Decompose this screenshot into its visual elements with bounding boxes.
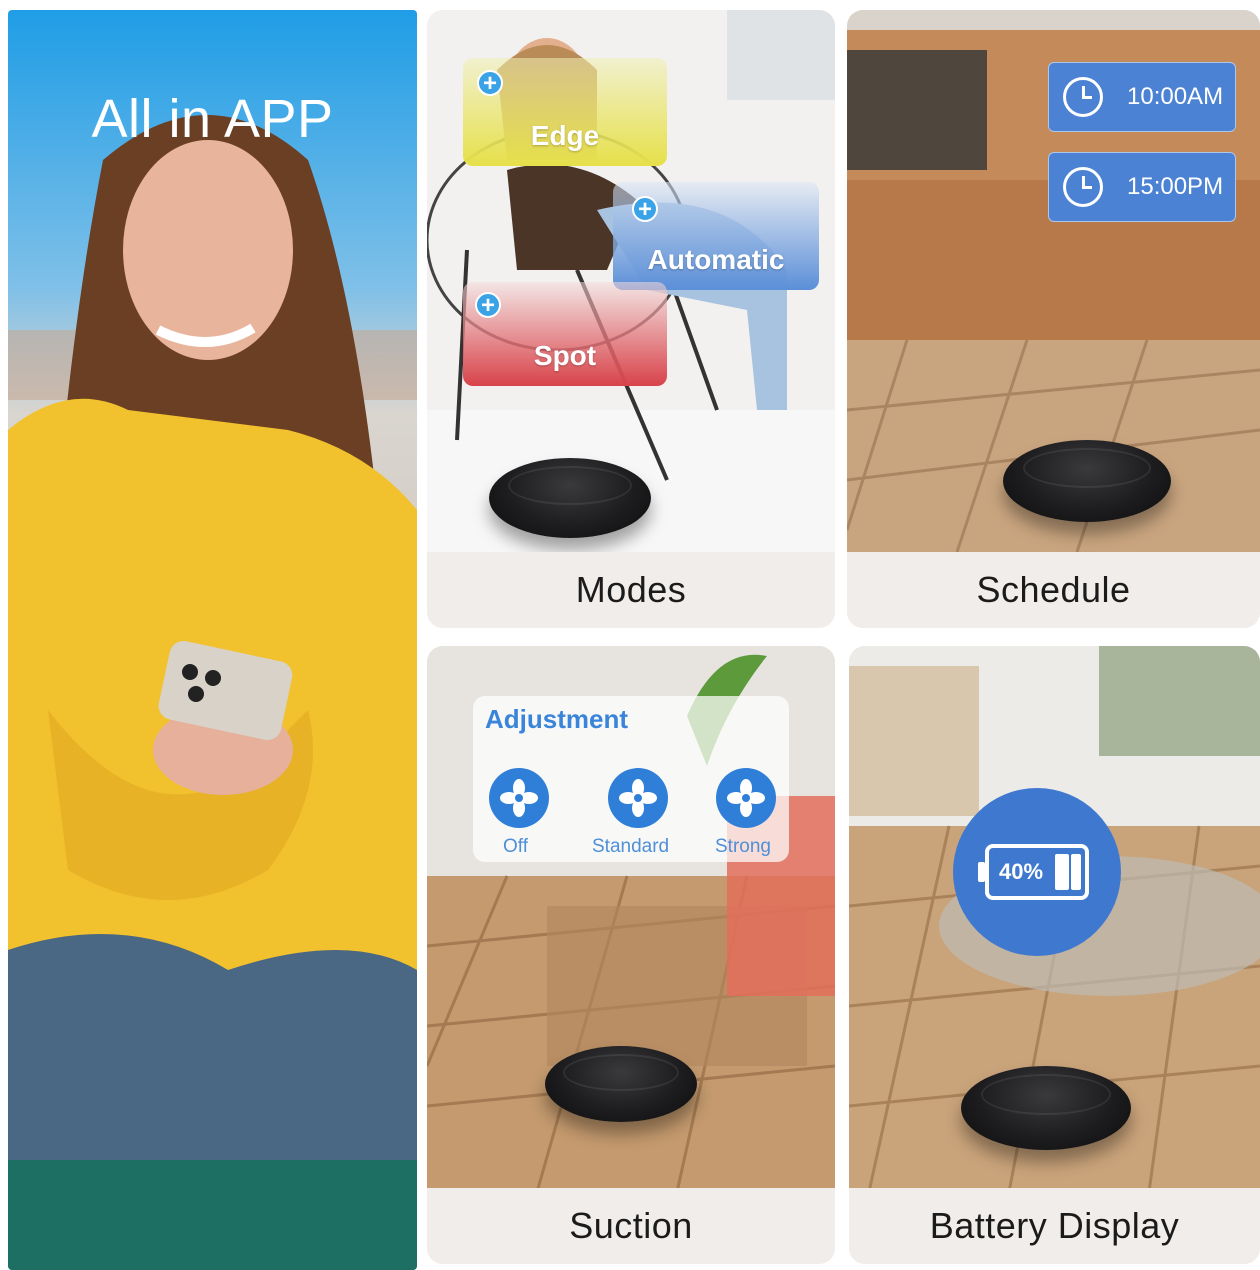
headline: All in APP: [91, 89, 334, 149]
mode-tile-label: Spot: [533, 340, 597, 371]
robot-vacuum: [489, 458, 651, 538]
add-edge-icon[interactable]: +: [477, 70, 503, 96]
modes-caption: Modes: [427, 552, 835, 628]
clock-icon: [1063, 167, 1103, 207]
hero-photo: [8, 10, 417, 1270]
schedule-time-2[interactable]: 15:00PM: [1048, 152, 1236, 222]
suction-level-strong: Strong: [715, 836, 771, 857]
hero-panel: All in APP: [8, 10, 417, 1270]
battery-caption: Battery Display: [849, 1188, 1260, 1264]
fan-strong-icon[interactable]: [716, 768, 776, 828]
battery-card: 40% Battery Display: [849, 646, 1260, 1264]
modes-card: Edge + Automatic + Spot + Modes: [427, 10, 835, 628]
adjustment-title: Adjustment: [485, 704, 628, 734]
schedule-time-1[interactable]: 10:00AM: [1048, 62, 1236, 132]
suction-card: Adjustment Off Standard Strong Suction: [427, 646, 835, 1264]
robot-vacuum: [1003, 440, 1171, 522]
schedule-time-label: 15:00PM: [1127, 173, 1224, 200]
mode-tile-label: Automatic: [647, 244, 785, 275]
add-automatic-icon[interactable]: +: [632, 196, 658, 222]
battery-icon: 40%: [978, 844, 1089, 900]
clock-icon: [1063, 77, 1103, 117]
mode-tile-label: Edge: [530, 120, 600, 151]
suction-caption: Suction: [427, 1188, 835, 1264]
robot-vacuum: [545, 1046, 697, 1122]
battery-percent: 40%: [999, 859, 1044, 884]
suction-level-off: Off: [503, 836, 528, 857]
add-spot-icon[interactable]: +: [475, 292, 501, 318]
schedule-time-label: 10:00AM: [1127, 83, 1224, 110]
fan-off-icon[interactable]: [489, 768, 549, 828]
schedule-caption: Schedule: [847, 552, 1260, 628]
robot-vacuum: [961, 1066, 1131, 1150]
battery-badge: 40%: [953, 788, 1121, 956]
fan-standard-icon[interactable]: [608, 768, 668, 828]
suction-level-standard: Standard: [592, 836, 670, 857]
